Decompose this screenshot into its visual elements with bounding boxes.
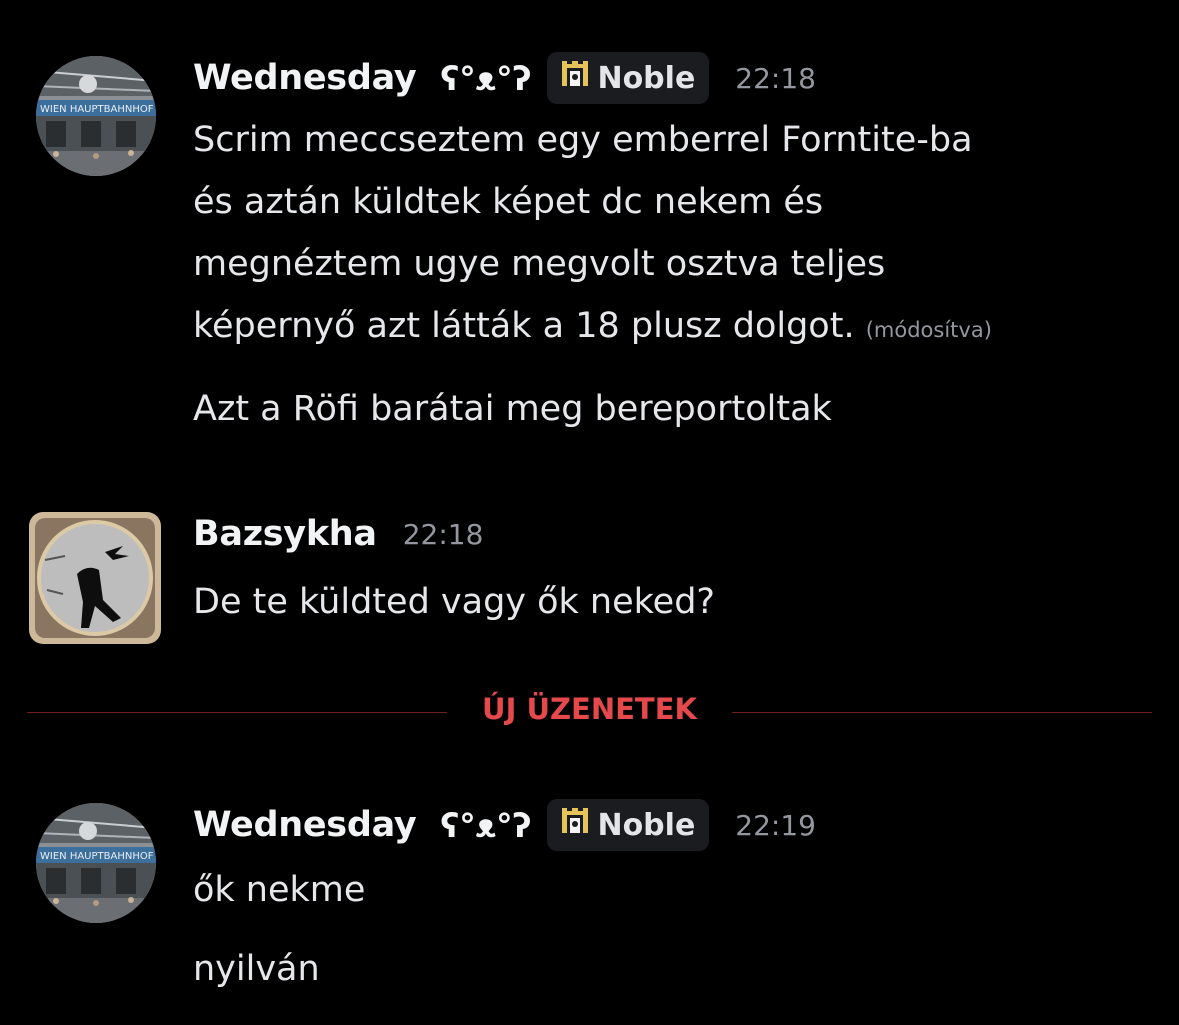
timestamp: 22:19 (735, 808, 816, 842)
username-emoticon: ʕ°ᴥ°ʔ (440, 805, 532, 845)
svg-text:WIEN HAUPTBAHNHOF: WIEN HAUPTBAHNHOF (40, 104, 154, 115)
avatar-wednesday[interactable]: WIEN HAUPTBAHNHOF (36, 56, 156, 176)
message-header: Wednesday ʕ°ᴥ°ʔ Noble 22:19 (193, 799, 816, 851)
timestamp: 22:18 (735, 61, 816, 95)
server-tag-label: Noble (597, 60, 696, 96)
avatar-wednesday[interactable]: WIEN HAUPTBAHNHOF (36, 803, 156, 923)
edited-label: (módosítva) (865, 318, 992, 342)
castle-icon (559, 58, 591, 98)
svg-text:WIEN HAUPTBAHNHOF: WIEN HAUPTBAHNHOF (40, 851, 154, 862)
username[interactable]: Wednesday (193, 58, 417, 98)
silhouette-photo-icon (27, 510, 163, 646)
username-emoticon: ʕ°ᴥ°ʔ (440, 58, 532, 98)
avatar-bazsykha[interactable] (27, 510, 163, 646)
castle-icon (559, 805, 591, 845)
message-text: ők nekme (193, 870, 366, 910)
message-text: nyilván (193, 949, 320, 989)
server-tag-label: Noble (597, 807, 696, 843)
server-tag[interactable]: Noble (547, 52, 710, 104)
message-header: Wednesday ʕ°ᴥ°ʔ Noble 22:18 (193, 52, 816, 104)
message-header: Bazsykha 22:18 (193, 514, 483, 554)
message-text: Scrim meccseztem egy emberrel Forntite-b… (193, 109, 992, 361)
timestamp: 22:18 (402, 517, 484, 551)
message-text: Azt a Röfi barátai meg bereportoltak (193, 389, 832, 429)
server-tag[interactable]: Noble (547, 799, 710, 851)
message-text: De te küldted vagy ők neked? (193, 582, 715, 622)
new-messages-divider: ÚJ ÜZENETEK (482, 692, 697, 726)
station-photo-icon: WIEN HAUPTBAHNHOF (36, 56, 156, 176)
chat-view: { "messages": [ { "author": "Wednesday",… (0, 0, 1179, 1025)
username[interactable]: Bazsykha (193, 514, 377, 554)
username[interactable]: Wednesday (193, 805, 417, 845)
message-body: Scrim meccseztem egy emberrel Forntite-b… (193, 120, 973, 346)
station-photo-icon: WIEN HAUPTBAHNHOF (36, 803, 156, 923)
